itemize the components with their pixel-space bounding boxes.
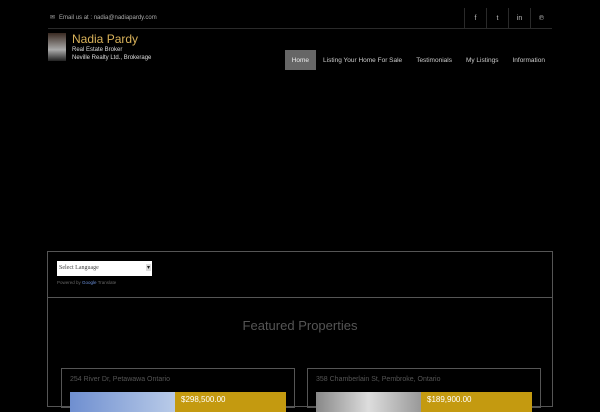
property-price: $189,900.00 xyxy=(421,392,532,412)
property-address[interactable]: 358 Chamberlain St, Pembroke, Ontario xyxy=(316,376,441,383)
email-contact[interactable]: ✉ Email us at : nadia@nadiapardy.com xyxy=(50,14,157,22)
envelope-icon: ✉ xyxy=(50,15,56,21)
twitter-icon[interactable]: t xyxy=(486,8,508,29)
translate-link[interactable]: Translate xyxy=(98,280,117,285)
featured-title: Featured Properties xyxy=(242,318,358,333)
property-image[interactable] xyxy=(70,392,175,412)
nav-information[interactable]: Information xyxy=(505,50,552,70)
property-card[interactable]: 358 Chamberlain St, Pembroke, Ontario $1… xyxy=(307,368,541,412)
linkedin-icon[interactable]: in xyxy=(508,8,530,29)
broker-title: Real Estate Broker xyxy=(72,47,123,53)
nav-home[interactable]: Home xyxy=(284,50,317,70)
social-links: f t in ℗ xyxy=(464,8,552,29)
nav-my-listings[interactable]: My Listings xyxy=(459,50,506,70)
nav-listing-your-home[interactable]: Listing Your Home For Sale xyxy=(316,50,409,70)
avatar xyxy=(48,33,66,61)
main-nav: Home Listing Your Home For Sale Testimon… xyxy=(284,50,552,70)
property-image[interactable] xyxy=(316,392,421,412)
site-title: Nadia Pardy xyxy=(72,32,139,46)
top-bar: ✉ Email us at : nadia@nadiapardy.com f t … xyxy=(48,8,552,29)
nav-testimonials[interactable]: Testimonials xyxy=(409,50,459,70)
translate-widget: Select Language Powered by Google Transl… xyxy=(47,251,553,298)
powered-label: Powered by xyxy=(57,280,81,285)
powered-by: Powered by Google Translate xyxy=(57,280,116,285)
google-logo: Google xyxy=(82,280,97,285)
property-address[interactable]: 254 River Dr, Petawawa Ontario xyxy=(70,376,170,383)
facebook-icon[interactable]: f xyxy=(464,8,486,29)
brand[interactable]: Nadia Pardy Real Estate Broker Neville R… xyxy=(48,33,151,62)
property-card[interactable]: 254 River Dr, Petawawa Ontario $298,500.… xyxy=(61,368,295,412)
company-name: Neville Realty Ltd., Brokerage xyxy=(72,55,152,61)
property-price: $298,500.00 xyxy=(175,392,286,412)
pinterest-icon[interactable]: ℗ xyxy=(530,8,552,29)
language-select[interactable]: Select Language xyxy=(57,261,152,276)
